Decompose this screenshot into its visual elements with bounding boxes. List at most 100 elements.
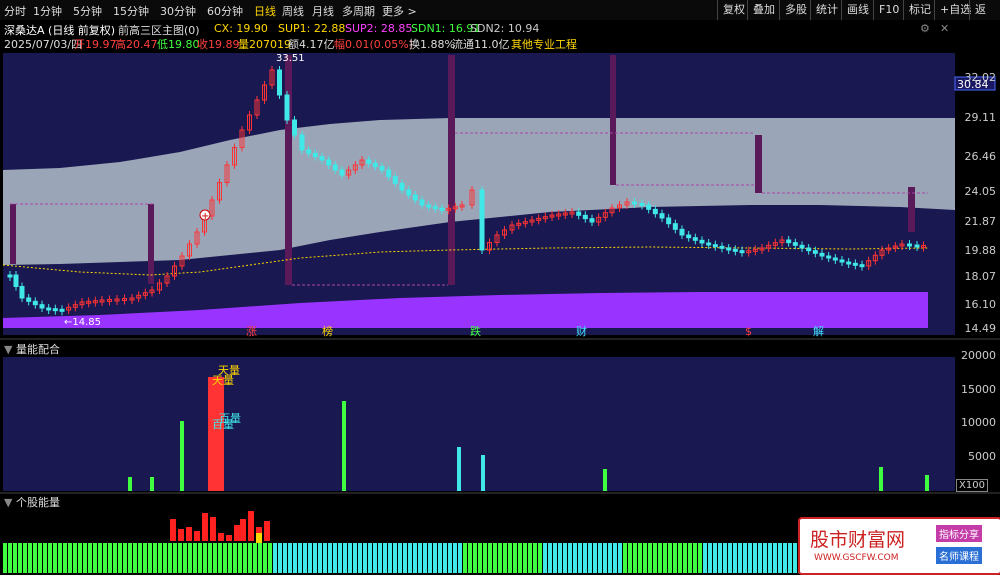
energy-bar bbox=[518, 543, 522, 573]
energy-bar bbox=[598, 543, 602, 573]
candle-body bbox=[632, 201, 637, 205]
high-label: 33.51 bbox=[276, 53, 305, 64]
energy-bar bbox=[783, 543, 787, 573]
energy-bar bbox=[748, 543, 752, 573]
energy-bar bbox=[488, 543, 492, 573]
volume-unit: X100 bbox=[956, 479, 988, 492]
energy-bar bbox=[383, 543, 387, 573]
energy-bar-red bbox=[226, 535, 232, 541]
energy-bar bbox=[143, 543, 147, 573]
energy-bar bbox=[293, 543, 297, 573]
candle-body bbox=[666, 217, 672, 225]
energy-bar bbox=[13, 543, 17, 573]
energy-bar bbox=[538, 543, 542, 573]
energy-bar bbox=[18, 543, 22, 573]
event-marker: 涨 bbox=[246, 325, 257, 338]
energy-bar bbox=[443, 543, 447, 573]
energy-bar bbox=[493, 543, 497, 573]
volume-bar bbox=[481, 455, 485, 491]
energy-bar bbox=[458, 543, 462, 573]
energy-bar bbox=[298, 543, 302, 573]
candle-body bbox=[819, 252, 825, 257]
energy-bar bbox=[308, 543, 312, 573]
energy-bar bbox=[318, 543, 322, 573]
energy-bar bbox=[723, 543, 727, 573]
energy-bar bbox=[93, 543, 97, 573]
energy-bar bbox=[423, 543, 427, 573]
candle-body bbox=[812, 250, 818, 254]
candle-body bbox=[277, 69, 282, 96]
energy-bar bbox=[173, 543, 177, 573]
energy-bar bbox=[228, 543, 232, 573]
energy-bar bbox=[583, 543, 587, 573]
energy-bar bbox=[533, 543, 537, 573]
candle-body bbox=[379, 166, 385, 171]
energy-bar bbox=[73, 543, 77, 573]
volume-pane-title[interactable]: ▼ 量能配合 bbox=[4, 341, 60, 357]
volume-bar bbox=[208, 377, 224, 491]
candle-body bbox=[914, 244, 920, 248]
energy-bar bbox=[153, 543, 157, 573]
energy-bar bbox=[773, 543, 777, 573]
volume-bar bbox=[879, 467, 883, 491]
energy-bar bbox=[623, 543, 627, 573]
energy-pane-title[interactable]: ▼ 个股能量 bbox=[4, 494, 60, 510]
volume-label-mid: 百量 bbox=[212, 418, 234, 431]
candle-body bbox=[706, 242, 712, 246]
price-tick: 24.05 bbox=[964, 185, 997, 198]
energy-bar bbox=[553, 543, 557, 573]
candle-body bbox=[432, 206, 438, 210]
energy-bar bbox=[273, 543, 277, 573]
energy-bar bbox=[738, 543, 742, 573]
volume-bar bbox=[342, 401, 346, 491]
energy-bar bbox=[793, 543, 797, 573]
energy-bar bbox=[753, 543, 757, 573]
energy-bar bbox=[358, 543, 362, 573]
candle-body bbox=[719, 245, 725, 249]
energy-bar bbox=[508, 543, 512, 573]
energy-bar bbox=[448, 543, 452, 573]
energy-bar bbox=[213, 543, 217, 573]
candle-body bbox=[639, 203, 645, 206]
candle-body bbox=[292, 119, 297, 136]
energy-bar bbox=[238, 543, 242, 573]
energy-bar bbox=[418, 543, 422, 573]
volume-label-top: 天量 bbox=[212, 374, 234, 387]
event-marker: 榜 bbox=[322, 324, 333, 338]
energy-bar bbox=[763, 543, 767, 573]
chart-canvas[interactable]: + 涨 榜 跌 财 $ 解 bbox=[0, 0, 1000, 573]
energy-bar bbox=[258, 543, 262, 573]
candle-body bbox=[479, 189, 485, 251]
energy-bar bbox=[148, 543, 152, 573]
volume-pane-bg bbox=[3, 357, 955, 491]
energy-bar bbox=[408, 543, 412, 573]
price-tick: 19.88 bbox=[964, 244, 997, 257]
energy-bar bbox=[593, 543, 597, 573]
energy-bar bbox=[63, 543, 67, 573]
energy-bar bbox=[83, 543, 87, 573]
energy-bar bbox=[453, 543, 457, 573]
energy-bar bbox=[498, 543, 502, 573]
energy-bar bbox=[243, 543, 247, 573]
event-marker: $ bbox=[745, 325, 752, 338]
price-tick: 16.10 bbox=[964, 298, 997, 311]
energy-bar bbox=[373, 543, 377, 573]
energy-bar bbox=[463, 543, 467, 573]
candle-body bbox=[672, 223, 678, 230]
energy-bar bbox=[578, 543, 582, 573]
energy-bar bbox=[393, 543, 397, 573]
energy-bar bbox=[428, 543, 432, 573]
candle-body bbox=[576, 211, 582, 216]
candle-body bbox=[907, 243, 912, 247]
energy-bar bbox=[78, 543, 82, 573]
energy-bar bbox=[713, 543, 717, 573]
energy-bar bbox=[188, 543, 192, 573]
energy-bar bbox=[653, 543, 657, 573]
candle-body bbox=[659, 213, 665, 219]
energy-bar bbox=[513, 543, 517, 573]
candle-body bbox=[419, 199, 425, 206]
event-marker: 跌 bbox=[470, 324, 481, 338]
energy-bar bbox=[528, 543, 532, 573]
candle-body bbox=[26, 297, 32, 302]
energy-bar bbox=[198, 543, 202, 573]
